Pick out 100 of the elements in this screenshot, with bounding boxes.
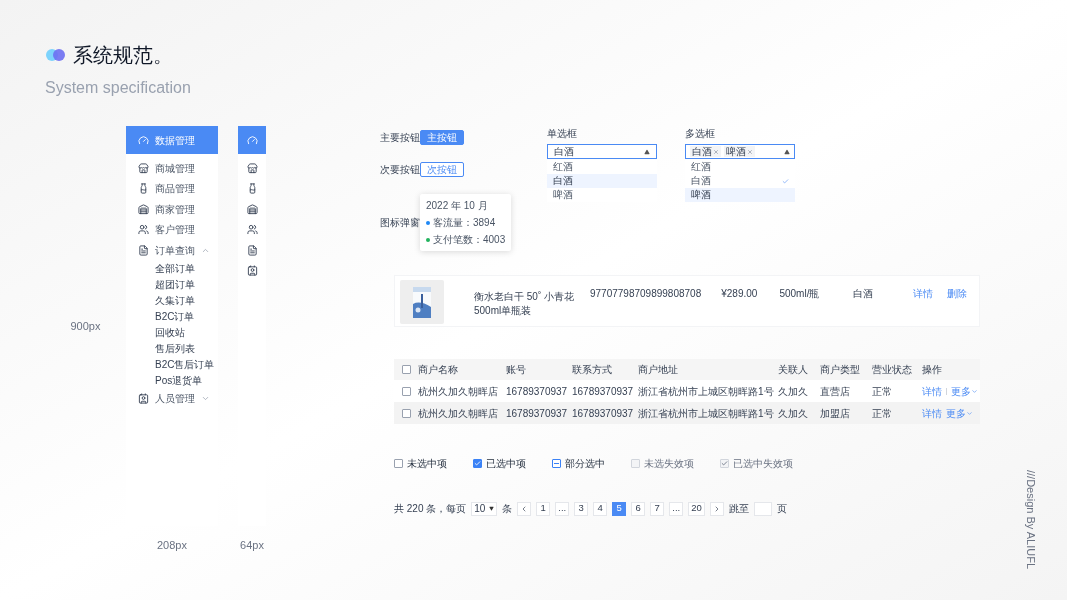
page-title: 系统规范。 xyxy=(73,43,173,68)
table-cell-text: 加盟店 xyxy=(820,406,851,421)
jump-label: 跳至 xyxy=(728,502,749,516)
page-button[interactable]: 4 xyxy=(593,501,608,516)
checkbox[interactable] xyxy=(552,459,561,468)
multi-select-field[interactable]: 白酒 啤酒 xyxy=(685,144,795,159)
dimension-label: 64px xyxy=(240,538,264,553)
users-icon xyxy=(246,224,258,236)
submenu-item[interactable]: 全部订单 xyxy=(126,260,218,277)
table-cell-text: 正常 xyxy=(872,406,893,421)
product-price: ¥289.00 xyxy=(721,287,758,301)
tag: 啤酒 xyxy=(724,146,755,157)
checkbox[interactable] xyxy=(401,365,411,374)
page-button[interactable]: ... xyxy=(669,501,684,516)
caret-icon xyxy=(644,148,650,155)
submenu-item[interactable]: 售后列表 xyxy=(126,340,218,357)
page-input[interactable] xyxy=(753,501,772,516)
table-cell-text: 16789370937 xyxy=(572,406,635,421)
sidebar-item[interactable]: 人员管理 xyxy=(126,388,218,409)
table-cell-text: 久加久 xyxy=(778,406,809,421)
table-cell-text: 久加久 xyxy=(778,384,809,399)
checkbox[interactable] xyxy=(394,459,403,468)
sidebar-item[interactable]: 客户管理 xyxy=(126,219,218,240)
table-cell-text: 16789370937 xyxy=(506,406,569,421)
submenu-item[interactable]: B2C订单 xyxy=(126,308,218,325)
product-name: 衡水老白干 50˚ 小青花 500ml单瓶装 xyxy=(474,290,574,318)
submenu-item[interactable]: Pos退货单 xyxy=(126,372,218,389)
select-field[interactable]: 白酒 xyxy=(547,144,657,159)
next-page-button[interactable] xyxy=(709,501,724,516)
close-icon[interactable] xyxy=(713,148,719,155)
submenu-item[interactable]: 超团订单 xyxy=(126,276,218,293)
checkbox-label: 未选失效项 xyxy=(644,457,694,471)
previous-page-button[interactable] xyxy=(517,501,532,516)
tooltip-entry: 客流量：3894 xyxy=(433,216,496,230)
dropdown-option[interactable]: 啤酒 xyxy=(685,188,795,202)
submenu-item[interactable]: 回收站 xyxy=(126,324,218,341)
sidebar-item[interactable]: 订单查询 xyxy=(126,240,218,261)
action-link[interactable]: 详情 xyxy=(913,286,934,301)
secondary-button[interactable]: 次按钮 xyxy=(420,161,464,177)
close-icon[interactable] xyxy=(747,148,753,155)
credit-text: ///Design By ALIUFL xyxy=(1023,470,1038,570)
page-subtitle: System specification xyxy=(45,78,192,98)
page-size-select[interactable]: 10 xyxy=(471,501,498,516)
checkbox-label: 部分选中 xyxy=(565,457,605,471)
submenu-item[interactable]: B2C售后订单 xyxy=(126,356,218,373)
dropdown-option[interactable]: 红酒 xyxy=(685,160,795,174)
table-cell-text: 16789370937 xyxy=(506,384,569,399)
table-cell-text: 浙江省杭州市上城区朝晖路1号 xyxy=(638,384,775,399)
checkbox[interactable] xyxy=(401,386,411,396)
gauge-icon xyxy=(246,134,258,146)
field-label: 主要按钮 xyxy=(380,130,420,145)
caret-icon xyxy=(971,387,978,395)
submenu-item[interactable]: 久集订单 xyxy=(126,292,218,309)
page-button[interactable]: 7 xyxy=(650,501,665,516)
dropdown-option[interactable]: 白酒 xyxy=(685,174,795,188)
field-label: 多选框 xyxy=(685,127,716,141)
field-label: 图标弹窗 xyxy=(380,216,420,230)
page-button[interactable]: ... xyxy=(555,501,570,516)
table-cell-text: 正常 xyxy=(872,384,893,399)
product-category: 白酒 xyxy=(853,287,874,301)
product-code: 97707798709899808708 xyxy=(590,287,702,301)
page-button[interactable]: 3 xyxy=(574,501,589,516)
document-icon xyxy=(246,244,258,256)
pagination-total: 共 220 条，每页 xyxy=(394,502,467,516)
field-label: 单选框 xyxy=(547,127,578,141)
caret-icon xyxy=(784,148,790,155)
action-link[interactable]: 删除 xyxy=(947,286,968,301)
page-button[interactable]: 1 xyxy=(536,501,551,516)
sidebar-item[interactable]: 商品管理 xyxy=(126,178,218,199)
column-header: 账号 xyxy=(506,363,527,377)
caret-icon xyxy=(966,409,973,417)
pagination-unit: 条 xyxy=(502,502,513,516)
action-link[interactable]: 更多 xyxy=(951,383,978,399)
sidebar-item[interactable]: 商城管理 xyxy=(126,158,218,179)
dropdown-option[interactable]: 白酒 xyxy=(547,174,657,188)
column-header: 营业状态 xyxy=(872,363,913,377)
table-cell-text: 直营店 xyxy=(820,384,851,399)
table-cell-text: 浙江省杭州市上城区朝晖路1号 xyxy=(638,406,775,421)
page-button[interactable]: 6 xyxy=(631,501,646,516)
column-header: 商户地址 xyxy=(638,363,679,377)
product-spec: 500ml/瓶 xyxy=(779,287,820,301)
page-suffix: 页 xyxy=(776,502,787,516)
dropdown-option[interactable]: 啤酒 xyxy=(547,188,657,202)
checkbox[interactable] xyxy=(473,459,482,468)
id-card-icon xyxy=(138,393,149,405)
dropdown-option[interactable]: 红酒 xyxy=(547,160,657,174)
sidebar-item[interactable]: 商家管理 xyxy=(126,199,218,220)
checkbox-label: 未选中项 xyxy=(407,457,447,471)
page-button[interactable]: 20 xyxy=(688,501,705,516)
table-cell-text: 16789370937 xyxy=(572,384,635,399)
column-header: 商户名称 xyxy=(418,363,459,377)
users-icon xyxy=(138,224,149,236)
column-header: 关联人 xyxy=(778,363,809,377)
gauge-icon xyxy=(138,134,149,146)
shop-icon xyxy=(138,203,149,215)
action-link[interactable]: 详情 xyxy=(922,383,942,399)
checkbox[interactable] xyxy=(401,408,411,418)
store-icon xyxy=(138,162,149,174)
dimension-label: 900px xyxy=(70,318,101,334)
logo-icon xyxy=(45,48,67,62)
